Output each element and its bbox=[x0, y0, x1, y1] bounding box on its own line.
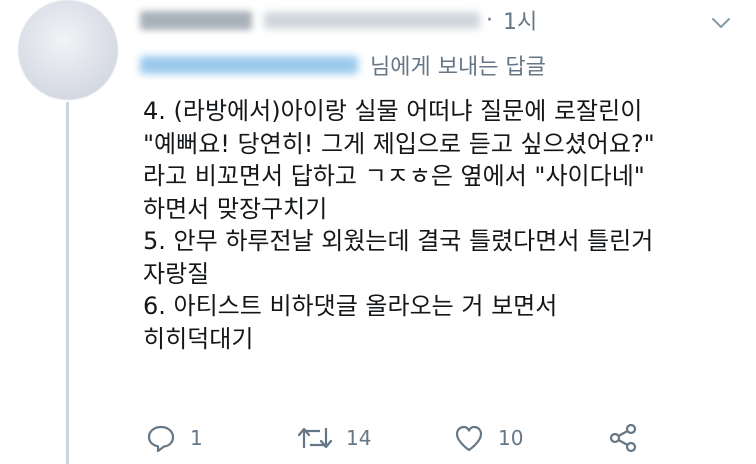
tweet-actions: 1 14 10 bbox=[146, 420, 746, 456]
share-button[interactable] bbox=[608, 420, 638, 456]
like-count: 10 bbox=[498, 426, 524, 450]
heart-icon bbox=[455, 425, 483, 452]
tweet-line: 6. 아티스트 비하댓글 올라오는 거 보면서 bbox=[143, 292, 558, 320]
tweet-timestamp[interactable]: 1시 bbox=[503, 4, 537, 36]
tweet-line: 5. 안무 하루전날 외웠는데 결국 틀렸다면서 틀린거 bbox=[143, 227, 654, 255]
retweet-count: 14 bbox=[346, 426, 372, 450]
reply-mention-blurred[interactable] bbox=[140, 56, 358, 74]
header-separator: · bbox=[486, 7, 493, 33]
tweet-line: 하면서 맞장구치기 bbox=[143, 194, 328, 223]
thread-line bbox=[66, 102, 69, 464]
tweet-line: "예뻐요! 당연히! 그게 제입으로 듣고 싶으셨어요?" bbox=[143, 129, 655, 158]
replying-to: 님에게 보내는 답글 bbox=[140, 49, 740, 81]
author-name-blurred[interactable] bbox=[140, 10, 252, 30]
retweet-icon bbox=[298, 427, 332, 449]
tweet-line: 라고 비꼬면서 답하고 ㄱㅈㅎ은 옆에서 "사이다네" bbox=[143, 162, 645, 190]
author-handle-blurred[interactable] bbox=[264, 11, 480, 29]
tweet-line: 4. (라방에서)아이랑 실물 어떠냐 질문에 로잘린이 bbox=[143, 97, 643, 125]
tweet-line: 히히덕대기 bbox=[143, 324, 254, 353]
tweet-line: 자랑질 bbox=[143, 259, 210, 288]
share-icon bbox=[609, 423, 637, 453]
replying-to-label: 님에게 보내는 답글 bbox=[370, 55, 546, 80]
avatar[interactable] bbox=[18, 0, 118, 100]
like-button[interactable]: 10 bbox=[454, 420, 523, 456]
reply-icon bbox=[147, 425, 175, 453]
retweet-button[interactable]: 14 bbox=[298, 420, 371, 456]
tweet-body: 4. (라방에서)아이랑 실물 어떠냐 질문에 로잘린이 "예뻐요! 당연히! … bbox=[143, 95, 743, 355]
reply-button[interactable]: 1 bbox=[146, 420, 203, 456]
reply-count: 1 bbox=[190, 426, 203, 450]
tweet-header: · 1시 bbox=[140, 4, 740, 36]
chevron-down-icon bbox=[712, 18, 730, 28]
more-options-button[interactable] bbox=[710, 12, 732, 34]
